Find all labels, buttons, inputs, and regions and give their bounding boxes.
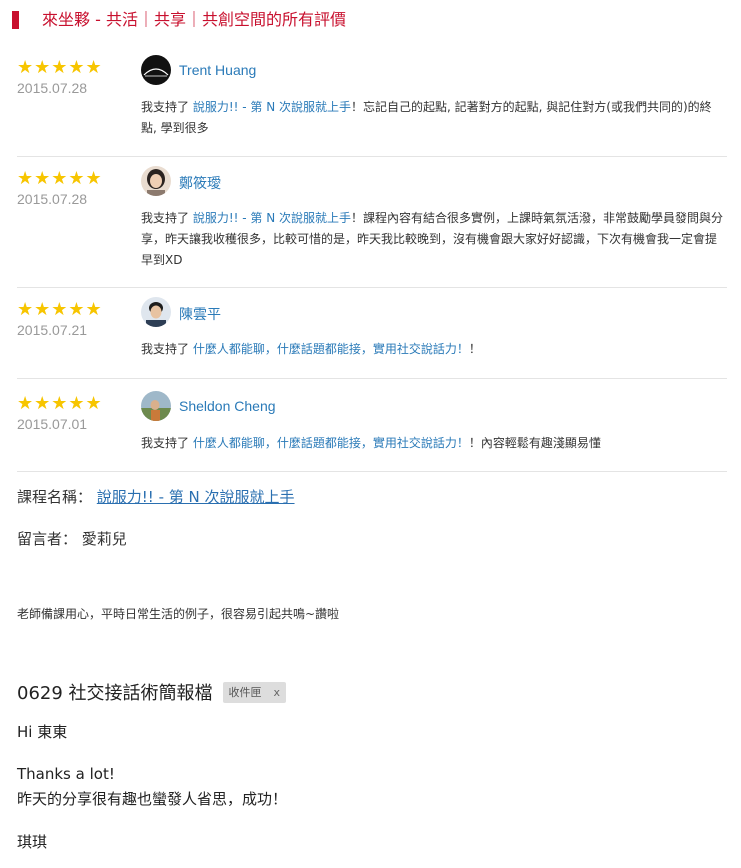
star-rating: ★★★★★ [17,168,103,189]
avatar[interactable] [141,391,171,421]
review-item: ★★★★★ 2015.07.21 陳雲平 我支持了 什麼人都能聊，什麼話題都能接… [17,297,727,379]
commenter-name: 愛莉兒 [81,530,127,548]
comment-prefix: 我支持了 [141,100,190,114]
comment-prefix: 我支持了 [141,211,190,225]
review-item: ★★★★★ 2015.07.28 Trent Huang 我支持了 說服力!! … [17,55,727,157]
reviewer-name-link[interactable]: Sheldon Cheng [179,398,276,414]
review-date: 2015.07.28 [17,80,88,96]
email-thanks: Thanks a lot! [17,765,115,783]
star-rating: ★★★★★ [17,393,103,414]
commenter-row: 留言者： 愛莉兒 [17,528,127,549]
close-label-icon[interactable]: x [274,686,281,699]
star-rating: ★★★★★ [17,299,103,320]
avatar[interactable] [141,55,171,85]
reviewer-name-link[interactable]: 鄭筱璦 [179,173,221,193]
review-item: ★★★★★ 2015.07.28 鄭筱璦 我支持了 說服力!! - 第 N 次說… [17,166,727,288]
course-name-row: 課程名稱： 說服力!! - 第 N 次說服就上手 [17,486,295,507]
email-signature: 琪琪 [17,833,48,851]
course-name-link[interactable]: 說服力!! - 第 N 次說服就上手 [97,488,295,506]
reviewer-name-link[interactable]: Trent Huang [179,62,256,78]
course-name-label: 課程名稱： [17,488,93,506]
review-item: ★★★★★ 2015.07.01 Sheldon Cheng 我支持了 什麼人都… [17,391,727,472]
review-comment: 我支持了 說服力!! - 第 N 次說服就上手！課程內容有結合很多實例，上課時氣… [141,208,726,271]
email-greeting: Hi 東東 [17,723,68,741]
avatar[interactable] [141,297,171,327]
course-link[interactable]: 什麼人都能聊，什麼話題都能接，實用社交說話力！ [193,436,469,450]
review-date: 2015.07.28 [17,191,88,207]
page-header: 來坐夥 - 共活｜共享｜共創空間的所有評價 [12,10,732,32]
reviewer-name-link[interactable]: 陳雲平 [179,304,221,324]
review-comment: 我支持了 什麼人都能聊，什麼話題都能接，實用社交說話力！！內容輕鬆有趣淺顯易懂 [141,433,726,454]
comment-text: ！ [468,342,481,356]
comment-prefix: 我支持了 [141,436,190,450]
email-body: 昨天的分享很有趣也蠻發人省思，成功！ [17,790,288,808]
review-comment: 我支持了 什麼人都能聊，什麼話題都能接，實用社交說話力！！ [141,339,726,360]
course-link[interactable]: 什麼人都能聊，什麼話題都能接，實用社交說話力！ [193,342,469,356]
feedback-text: 老師備課用心，平時日常生活的例子，很容易引起共鳴~讚啦 [17,607,340,621]
email-subject: 0629 社交接話術簡報檔 [17,683,213,704]
review-date: 2015.07.21 [17,322,88,338]
inbox-label[interactable]: 收件匣 x [222,682,287,703]
comment-text: ！內容輕鬆有趣淺顯易懂 [468,436,601,450]
page-title: 來坐夥 - 共活｜共享｜共創空間的所有評價 [42,10,346,29]
inbox-label-text: 收件匣 [228,686,262,699]
email-subject-row: 0629 社交接話術簡報檔 收件匣 x [17,679,287,705]
star-rating: ★★★★★ [17,57,103,78]
commenter-label: 留言者： [17,530,78,548]
comment-prefix: 我支持了 [141,342,190,356]
review-comment: 我支持了 說服力!! - 第 N 次說服就上手！忘記自己的起點, 記著對方的起點… [141,97,726,139]
review-date: 2015.07.01 [17,416,88,432]
header-accent-bar [12,11,19,29]
avatar[interactable] [141,166,171,196]
course-link[interactable]: 說服力!! - 第 N 次說服就上手 [193,100,351,114]
course-link[interactable]: 說服力!! - 第 N 次說服就上手 [193,211,351,225]
